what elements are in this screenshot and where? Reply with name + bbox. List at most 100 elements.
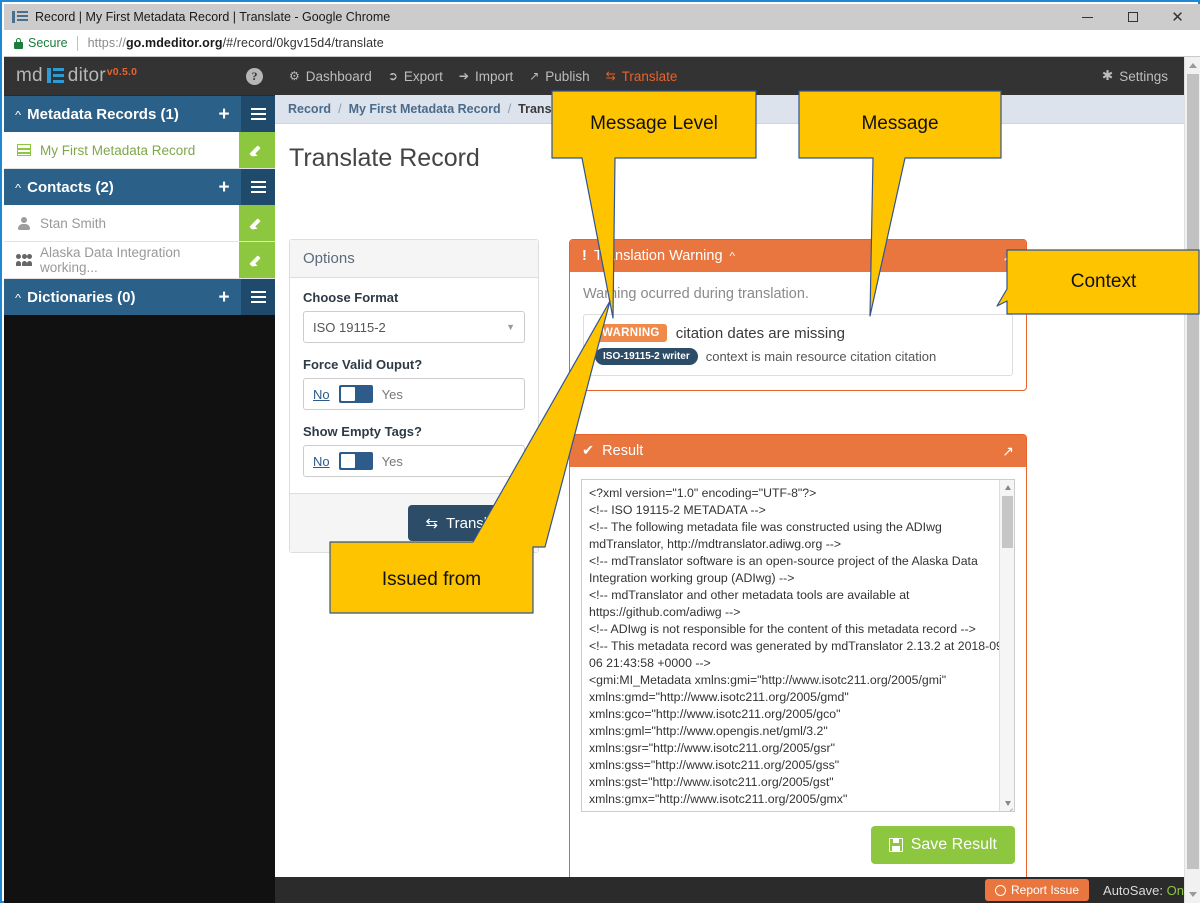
annotation-label: Context [1070, 271, 1137, 292]
scroll-up-icon[interactable] [1000, 480, 1014, 495]
url-text: https://go.mdeditor.org/#/record/0kgv15d… [88, 36, 384, 50]
sidebar-group-label: Metadata Records (1) [27, 105, 179, 123]
logo-text-right: ditor [67, 65, 106, 86]
annotation-label: Message [861, 113, 939, 134]
sidebar-group-actions: + [207, 96, 275, 132]
save-icon [888, 838, 903, 852]
options-card-header: Options [290, 240, 538, 278]
page-scrollbar-thumb[interactable] [1187, 74, 1199, 869]
pencil-icon [251, 254, 264, 267]
export-icon: ➲ [387, 69, 398, 83]
annotation-message-level: Message Level [551, 90, 757, 320]
mdeditor-logo-icon [46, 68, 64, 83]
nav-publish[interactable]: ↗ Publish [529, 69, 589, 84]
annotation-issued-from: Issued from [329, 300, 654, 615]
sidebar: md ditor v0.5.0 ? ^ Metadata Records (1)… [4, 57, 275, 903]
nav-label: Publish [545, 68, 590, 84]
annotation-label: Issued from [381, 569, 482, 590]
divider [76, 35, 78, 51]
url-scheme: https:// [87, 36, 126, 50]
help-icon[interactable]: ? [246, 67, 263, 85]
translate-icon: ⇆ [605, 69, 616, 83]
plus-icon: + [218, 103, 230, 125]
message-text: citation dates are missing [675, 324, 845, 342]
publish-icon: ↗ [529, 69, 540, 83]
add-dictionary-button[interactable]: + [207, 279, 241, 315]
sidebar-item-label: Alaska Data Integration working... [40, 245, 181, 275]
chevron-up-icon: ^ [15, 107, 22, 121]
breadcrumb-record-name[interactable]: My First Metadata Record [349, 102, 501, 116]
autosave-value: On [1166, 882, 1184, 898]
github-icon [994, 884, 1006, 896]
nav-translate[interactable]: ⇆ Translate [606, 69, 678, 84]
nav-label: Import [474, 68, 514, 84]
nav-label: Translate [621, 68, 678, 84]
sidebar-item-stan-smith[interactable]: Stan Smith [4, 205, 275, 242]
page-scroll-up-icon[interactable] [1185, 57, 1200, 74]
annotation-label: Message Level [590, 113, 718, 134]
nav-label: Settings [1119, 68, 1168, 84]
maximize-button[interactable] [1110, 4, 1155, 30]
close-button[interactable]: ✕ [1155, 4, 1200, 30]
minimize-button[interactable] [1065, 4, 1110, 30]
sidebar-group-label: Dictionaries (0) [27, 288, 136, 306]
report-issue-button[interactable]: Report Issue [984, 879, 1090, 901]
sidebar-item-alaska-data-integration[interactable]: Alaska Data Integration working... [4, 242, 275, 279]
autosave-label: AutoSave: [1103, 882, 1164, 898]
context-text: context is main resource citation citati… [705, 349, 937, 364]
app-logo: md ditor v0.5.0 [16, 65, 137, 87]
warning-context-row: ISO-19115-2 writer context is main resou… [595, 348, 1001, 365]
scrollbar-thumb[interactable] [1002, 496, 1013, 548]
window-controls: ✕ [1065, 4, 1200, 30]
add-contact-button[interactable]: + [207, 169, 241, 205]
url-host: go.mdeditor.org [125, 36, 223, 50]
warning-message-row: WARNING citation dates are missing [595, 324, 1001, 342]
nav-label: Dashboard [305, 68, 372, 84]
pencil-icon [251, 144, 264, 157]
sidebar-group-metadata-records[interactable]: ^ Metadata Records (1) + [4, 96, 275, 132]
edit-record-button[interactable] [239, 132, 275, 168]
sidebar-item-label: Stan Smith [40, 215, 107, 231]
save-result-label: Save Result [910, 836, 997, 853]
plus-icon: + [218, 176, 230, 198]
person-icon [16, 216, 32, 230]
contact-list-button[interactable] [241, 169, 275, 205]
edit-contact-button[interactable] [239, 205, 275, 241]
add-record-button[interactable]: + [207, 96, 241, 132]
app-version: v0.5.0 [106, 66, 138, 78]
lock-icon [14, 37, 23, 49]
edit-contact-button[interactable] [239, 242, 275, 278]
result-scrollbar[interactable] [999, 480, 1014, 811]
nav-export[interactable]: ➲ Export [388, 69, 443, 84]
status-bar: Report Issue AutoSave: On [275, 877, 1196, 903]
dashboard-icon: ⚙ [289, 69, 300, 83]
nav-settings[interactable]: ✱ Settings [1102, 68, 1168, 84]
record-list-button[interactable] [241, 96, 275, 132]
result-footer: Save Result [570, 812, 1026, 880]
plus-icon: + [218, 286, 230, 308]
browser-address-bar[interactable]: Secure https://go.mdeditor.org/#/record/… [4, 30, 1200, 57]
people-icon [16, 253, 32, 267]
expand-icon[interactable]: ↗ [1002, 443, 1014, 460]
sidebar-item-label: My First Metadata Record [40, 142, 196, 158]
sidebar-item-my-first-metadata-record[interactable]: My First Metadata Record [4, 132, 275, 169]
security-label: Secure [28, 36, 68, 50]
page-scrollbar[interactable] [1184, 57, 1200, 903]
list-icon [250, 181, 266, 193]
screenshot-root: Record | My First Metadata Record | Tran… [0, 0, 1200, 903]
nav-label: Export [403, 68, 443, 84]
page-scroll-down-icon[interactable] [1185, 886, 1200, 903]
save-result-button[interactable]: Save Result [870, 826, 1015, 864]
breadcrumb-separator: / [507, 102, 512, 116]
annotation-message: Message [798, 90, 1002, 320]
nav-import[interactable]: ➔ Import [459, 69, 513, 84]
list-icon [250, 291, 266, 303]
resize-grip-icon[interactable] [1003, 800, 1014, 811]
import-icon: ➔ [458, 69, 469, 83]
sidebar-group-contacts[interactable]: ^ Contacts (2) + [4, 169, 275, 205]
dictionary-list-button[interactable] [241, 279, 275, 315]
nav-dashboard[interactable]: ⚙ Dashboard [289, 69, 372, 84]
breadcrumb-record[interactable]: Record [288, 102, 331, 116]
sidebar-group-dictionaries[interactable]: ^ Dictionaries (0) + [4, 279, 275, 315]
pencil-icon [251, 217, 264, 230]
